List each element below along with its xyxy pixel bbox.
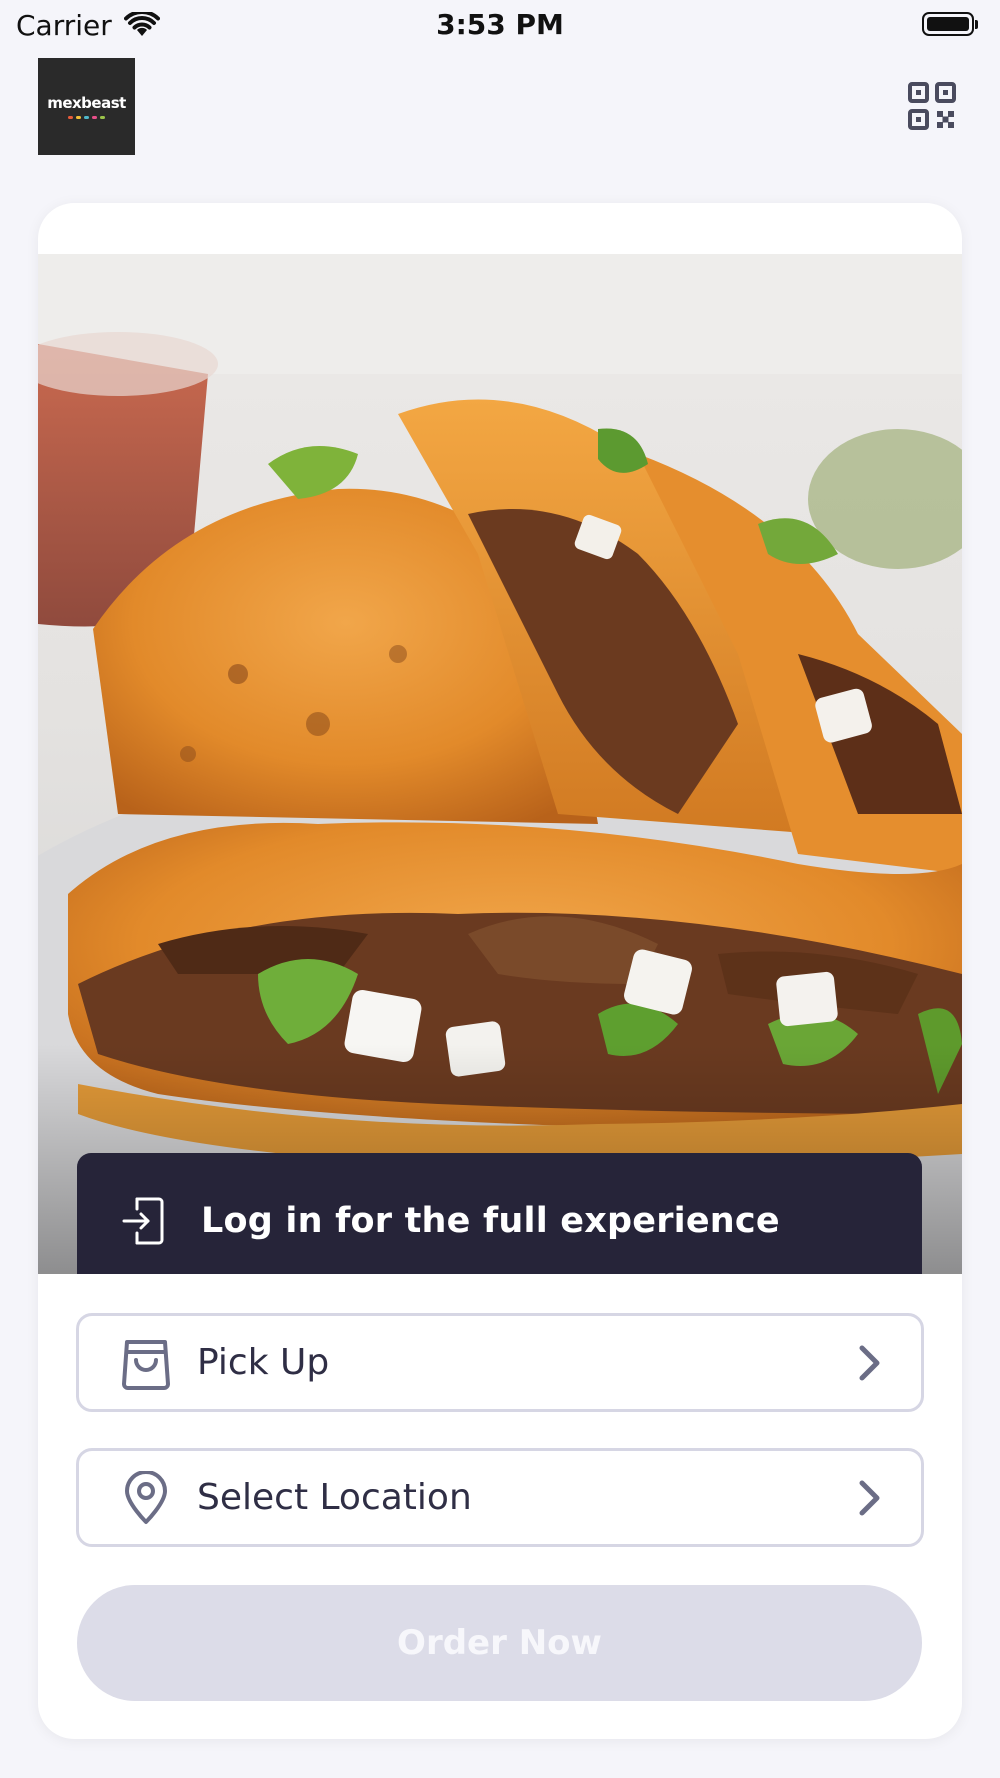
login-icon: [122, 1197, 164, 1244]
select-location-label: Select Location: [197, 1477, 472, 1518]
shopping-bag-icon: [121, 1336, 171, 1390]
qr-code-icon: [908, 82, 956, 130]
order-card: Log in for the full experience Pick Up S…: [38, 203, 962, 1739]
map-pin-icon: [121, 1470, 171, 1525]
logo-text: mexbeast: [47, 94, 126, 112]
login-banner[interactable]: Log in for the full experience: [77, 1153, 922, 1274]
logo-dots: [68, 116, 105, 119]
pickup-label: Pick Up: [197, 1342, 330, 1383]
status-bar: Carrier 3:53 PM: [0, 0, 1000, 50]
pickup-option[interactable]: Pick Up: [76, 1313, 924, 1412]
chevron-right-icon: [859, 1480, 880, 1515]
qr-code-button[interactable]: [908, 82, 956, 130]
status-time: 3:53 PM: [436, 8, 564, 41]
order-now-button[interactable]: Order Now: [77, 1585, 922, 1701]
brand-logo: mexbeast: [38, 58, 135, 155]
select-location-option[interactable]: Select Location: [76, 1448, 924, 1547]
hero-image: Log in for the full experience: [38, 254, 962, 1274]
login-banner-label: Log in for the full experience: [201, 1200, 780, 1241]
chevron-right-icon: [859, 1345, 880, 1380]
battery-icon: [922, 12, 978, 36]
